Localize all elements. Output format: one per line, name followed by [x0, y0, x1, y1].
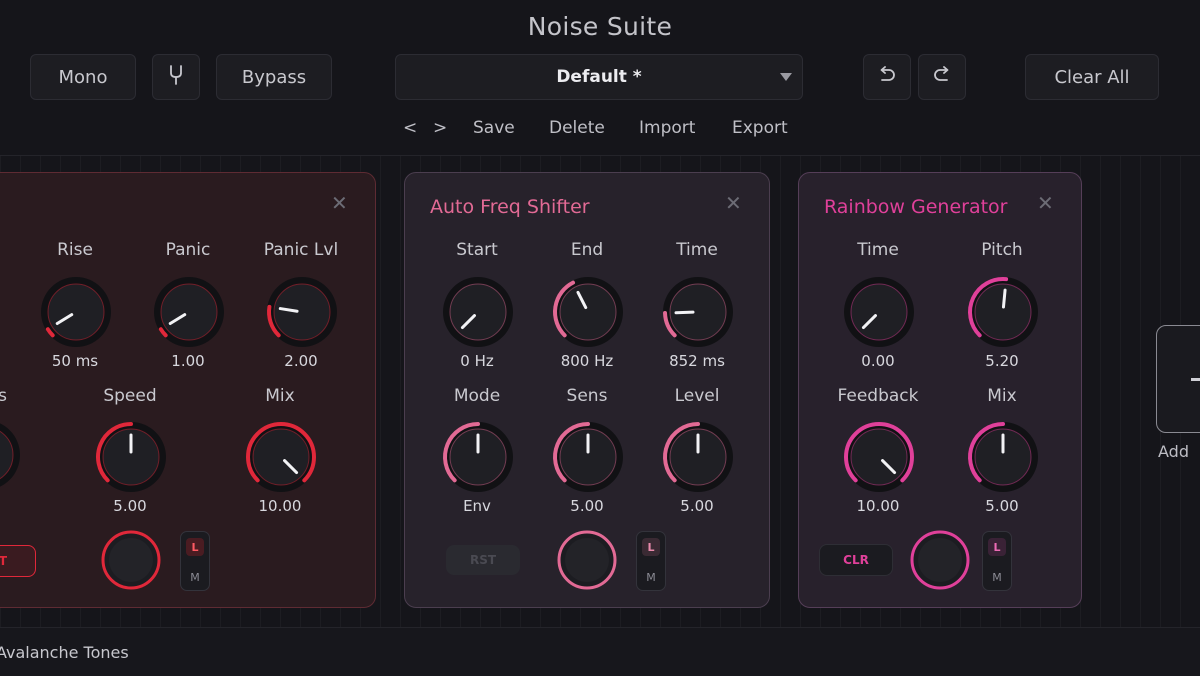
- knob-value: 50 ms: [51, 352, 99, 370]
- knob-value: 852 ms: [669, 352, 725, 370]
- mix-knob[interactable]: [966, 420, 1040, 494]
- redo-icon: [932, 65, 952, 89]
- close-icon[interactable]: ✕: [725, 191, 742, 215]
- prev-preset-button[interactable]: <: [403, 118, 417, 138]
- mix-knob[interactable]: [244, 420, 318, 494]
- speed-knob[interactable]: [94, 420, 168, 494]
- partial-knob[interactable]: [0, 418, 22, 492]
- undo-button[interactable]: [863, 54, 911, 100]
- close-icon[interactable]: ✕: [331, 191, 348, 215]
- bypass-button[interactable]: Bypass: [216, 54, 332, 100]
- knob-value: 2.00: [284, 352, 318, 370]
- close-icon[interactable]: ✕: [1037, 191, 1054, 215]
- panic-knob[interactable]: [152, 275, 226, 349]
- left-channel-toggle[interactable]: L: [988, 538, 1006, 556]
- knob-label: Time: [857, 240, 899, 260]
- end-knob[interactable]: [551, 275, 625, 349]
- export-preset-button[interactable]: Export: [732, 118, 788, 138]
- redo-button[interactable]: [918, 54, 966, 100]
- knob-value: 5.20: [985, 352, 1019, 370]
- mono-channel-toggle[interactable]: M: [642, 568, 660, 586]
- knob-label: Start: [456, 240, 498, 260]
- clear-all-button[interactable]: Clear All: [1025, 54, 1159, 100]
- knob-value: 10.00: [258, 497, 302, 515]
- add-module-label: Add: [1158, 442, 1189, 461]
- reset-button[interactable]: RST: [446, 545, 520, 575]
- knob-value: 5.00: [680, 497, 714, 515]
- toolbar: Noise Suite Mono Bypass Default * Clear …: [0, 0, 1200, 155]
- panic-lvl-knob[interactable]: [265, 275, 339, 349]
- knob-label: Mode: [453, 386, 501, 406]
- plus-icon: [1191, 378, 1200, 381]
- chevron-down-icon: [780, 73, 792, 81]
- output-ring[interactable]: [556, 529, 618, 591]
- knob-label: Time: [676, 240, 718, 260]
- mono-channel-toggle[interactable]: M: [186, 568, 204, 586]
- knob-label: Level: [674, 386, 720, 406]
- left-channel-toggle[interactable]: L: [642, 538, 660, 556]
- knob-label: Speed: [103, 386, 157, 406]
- level-knob[interactable]: [661, 420, 735, 494]
- mode-knob[interactable]: [441, 420, 515, 494]
- knob-label: Panic Lvl: [263, 240, 339, 260]
- preset-dropdown[interactable]: Default *: [395, 54, 803, 100]
- lm-selector: L M: [636, 531, 666, 591]
- knob-value: 0 Hz: [460, 352, 494, 370]
- knob-value: Env: [463, 497, 491, 515]
- rise-knob[interactable]: [39, 275, 113, 349]
- knob-label: s: [0, 386, 7, 406]
- reset-button[interactable]: T: [0, 545, 36, 577]
- knob-label: Mix: [987, 386, 1017, 406]
- sens-knob[interactable]: [551, 420, 625, 494]
- feedback-knob[interactable]: [842, 420, 916, 494]
- import-preset-button[interactable]: Import: [639, 118, 695, 138]
- knob-label: Feedback: [837, 386, 919, 406]
- knob-value: 800 Hz: [560, 352, 614, 370]
- tuning-fork-button[interactable]: [152, 54, 200, 100]
- undo-icon: [877, 65, 897, 89]
- mono-button[interactable]: Mono: [30, 54, 136, 100]
- lm-selector: L M: [982, 531, 1012, 591]
- app-title: Noise Suite: [527, 12, 673, 41]
- clear-button[interactable]: CLR: [819, 544, 893, 576]
- preset-name: Default *: [556, 67, 642, 87]
- delete-preset-button[interactable]: Delete: [549, 118, 605, 138]
- status-bar: Avalanche Tones: [0, 627, 1200, 676]
- output-ring[interactable]: [909, 529, 971, 591]
- knob-value: 5.00: [570, 497, 604, 515]
- save-preset-button[interactable]: Save: [473, 118, 515, 138]
- knob-value: 5.00: [113, 497, 147, 515]
- knob-label: Mix: [265, 386, 295, 406]
- time-knob[interactable]: [842, 275, 916, 349]
- knob-label: Pitch: [981, 240, 1023, 260]
- status-text: Avalanche Tones: [0, 643, 129, 662]
- panel-title: Auto Freq Shifter: [430, 196, 590, 218]
- knob-label: Rise: [57, 240, 93, 260]
- knob-value: 0.00: [861, 352, 895, 370]
- pitch-knob[interactable]: [966, 275, 1040, 349]
- mono-channel-toggle[interactable]: M: [988, 568, 1006, 586]
- knob-label: End: [570, 240, 604, 260]
- knob-value: 10.00: [856, 497, 900, 515]
- knob-label: Sens: [566, 386, 608, 406]
- panel-title: Rainbow Generator: [824, 196, 1008, 218]
- lm-selector: L M: [180, 531, 210, 591]
- start-knob[interactable]: [441, 275, 515, 349]
- tuning-fork-icon: [169, 64, 183, 90]
- add-module-button[interactable]: [1156, 325, 1200, 433]
- time-knob[interactable]: [661, 275, 735, 349]
- knob-value: 5.00: [985, 497, 1019, 515]
- next-preset-button[interactable]: >: [433, 118, 447, 138]
- knob-label: Panic: [165, 240, 211, 260]
- knob-value: 1.00: [171, 352, 205, 370]
- left-channel-toggle[interactable]: L: [186, 538, 204, 556]
- output-ring[interactable]: [100, 529, 162, 591]
